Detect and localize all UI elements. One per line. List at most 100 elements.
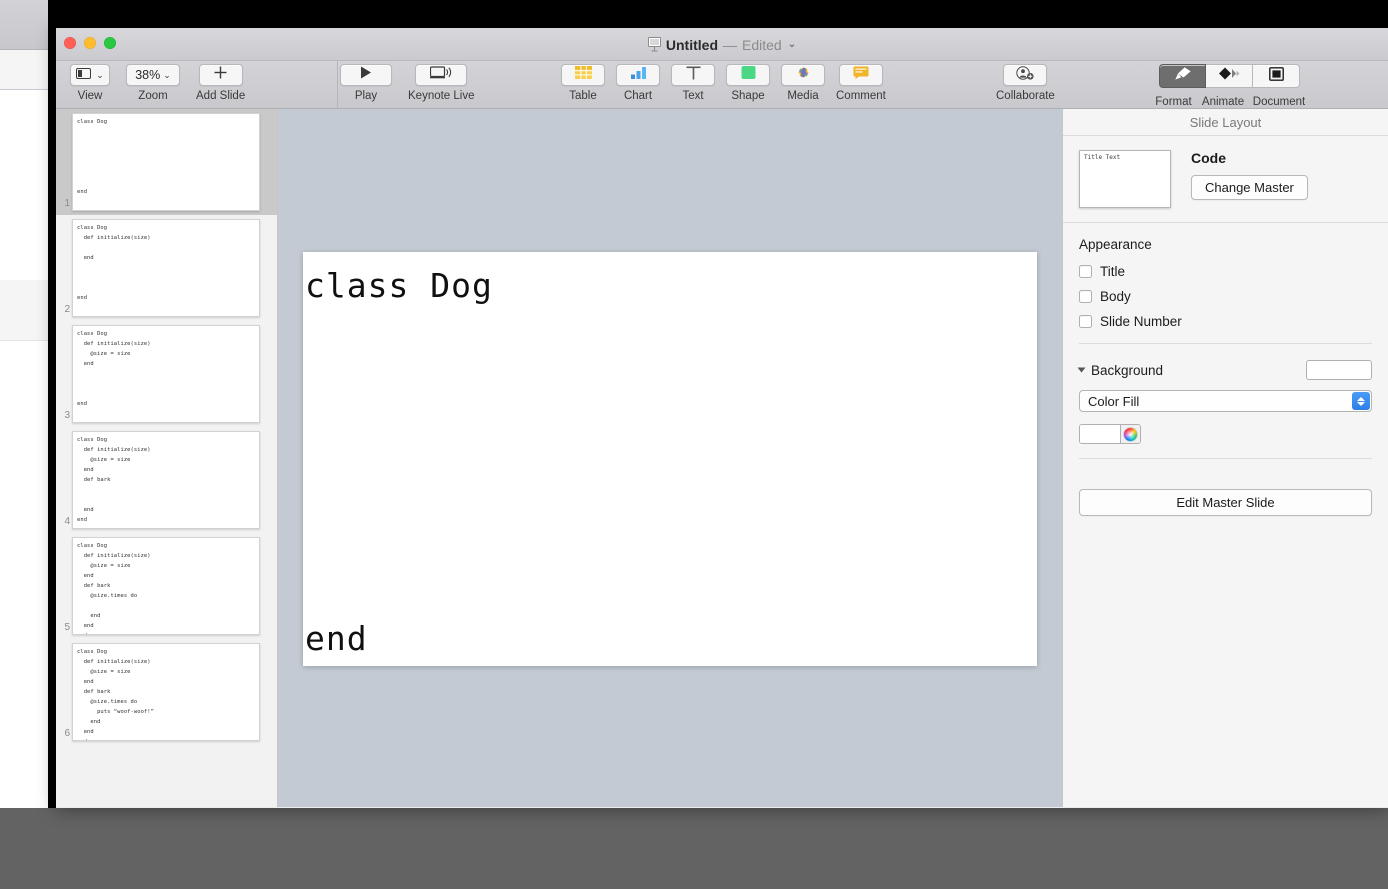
chevron-down-icon: ⌄ — [163, 69, 171, 80]
toolbar-play-group: Play Keynote Live — [340, 64, 475, 102]
slide-thumbnail-row[interactable]: 1 class Dog end — [56, 109, 277, 215]
triangle-down-icon[interactable] — [1077, 367, 1086, 373]
tab-animate-label: Animate — [1201, 96, 1245, 108]
tab-animate[interactable] — [1206, 64, 1253, 88]
appearance-section: Appearance Title Body Slide Number — [1063, 223, 1388, 348]
photos-flower-icon — [796, 65, 811, 85]
background-fill-select[interactable]: Color Fill — [1079, 390, 1372, 412]
background-color-swatch[interactable] — [1080, 425, 1120, 443]
text-label: Text — [682, 90, 704, 102]
green-square-shape-icon — [741, 66, 756, 84]
comment-label: Comment — [836, 90, 886, 102]
slide-canvas-area[interactable]: class Dog end — [278, 109, 1062, 807]
slide-thumbnail-row[interactable]: 2 class Dog def initialize(size) end end — [56, 215, 277, 321]
background-heading: Background — [1091, 362, 1164, 378]
slide-thumbnail[interactable]: class Dog def initialize(size) @size = s… — [72, 643, 260, 741]
view-panel-icon — [76, 66, 92, 84]
edit-master-slide-button[interactable]: Edit Master Slide — [1079, 489, 1372, 516]
shape-label: Shape — [731, 90, 765, 102]
document-square-icon — [1268, 66, 1284, 86]
slide-thumbnail-code: class Dog end — [77, 119, 108, 195]
slide-navigator[interactable]: 1 class Dog end 2 class Dog def initialize(… — [56, 109, 278, 807]
background-color-well[interactable] — [1079, 424, 1141, 444]
slide-thumbnail-code: class Dog def initialize(size) @size = s… — [77, 543, 151, 634]
change-master-button[interactable]: Change Master — [1191, 175, 1308, 200]
keynote-window: Untitled — Edited ⌄ ⌄ View 38% ⌄ Zoom Ad… — [56, 28, 1388, 808]
checkbox-slide-number[interactable]: Slide Number — [1079, 314, 1372, 329]
keynote-live-button[interactable]: Keynote Live — [408, 64, 475, 102]
document-title-area: Untitled — Edited ⌄ — [56, 28, 1388, 61]
main-content: 1 class Dog end 2 class Dog def initialize(… — [56, 109, 1388, 807]
media-button[interactable]: Media — [781, 64, 825, 102]
slide-code-top[interactable]: class Dog — [305, 266, 493, 305]
slide-code-bottom[interactable]: end — [305, 619, 368, 658]
text-button[interactable]: Text — [671, 64, 715, 102]
toolbar-insert-group: Table Chart Text Shape Media Comment — [561, 64, 886, 102]
slide-thumbnail[interactable]: class Dog def initialize(size) @size = s… — [72, 537, 260, 635]
tab-document[interactable] — [1253, 64, 1300, 88]
zoom-value: 38% — [135, 68, 161, 82]
format-inspector: Slide Layout Title Text Code Change Mast… — [1062, 109, 1388, 807]
slide-thumbnail-row[interactable]: 4 class Dog def initialize(size) @size = … — [56, 427, 277, 533]
checkbox-body[interactable]: Body — [1079, 289, 1372, 304]
toolbar-inspector-tabs: Format Animate Document — [1150, 64, 1309, 108]
slide-thumbnail[interactable]: class Dog def initialize(size) @size = s… — [72, 325, 260, 423]
slide-thumbnail-code: class Dog def initialize(size) @size = s… — [77, 649, 154, 740]
slide-number-label: 4 — [64, 516, 70, 527]
comment-bubble-icon — [853, 66, 869, 84]
toolbar-left-group: ⌄ View 38% ⌄ Zoom Add Slide — [70, 64, 245, 102]
add-slide-button[interactable]: Add Slide — [196, 64, 245, 102]
checkbox-title[interactable]: Title — [1079, 264, 1372, 279]
screen: Untitled — Edited ⌄ ⌄ View 38% ⌄ Zoom Ad… — [0, 0, 1388, 889]
slide-number-label: 3 — [64, 410, 70, 421]
media-label: Media — [787, 90, 819, 102]
slide-thumbnail[interactable]: class Dog end — [72, 113, 260, 211]
background-fill-value: Color Fill — [1088, 393, 1140, 409]
color-wheel-icon — [1124, 427, 1137, 441]
diamond-motion-icon — [1218, 67, 1240, 85]
zoom-button[interactable]: 38% ⌄ Zoom — [126, 64, 180, 102]
slide-thumbnail-row[interactable]: 3 class Dog def initialize(size) @size = … — [56, 321, 277, 427]
slide-number-label: 2 — [64, 304, 70, 315]
title-separator: — — [723, 36, 737, 53]
toolbar-divider-1 — [337, 61, 338, 109]
add-slide-label: Add Slide — [196, 90, 246, 102]
stepper-arrows-icon[interactable] — [1352, 392, 1370, 410]
view-button[interactable]: ⌄ View — [70, 64, 110, 102]
master-slide-thumbnail[interactable]: Title Text — [1079, 150, 1171, 208]
shape-button[interactable]: Shape — [726, 64, 770, 102]
collaborate-button[interactable]: Collaborate — [996, 64, 1055, 102]
table-label: Table — [569, 90, 597, 102]
tab-format[interactable] — [1159, 64, 1206, 88]
table-grid-icon — [574, 66, 592, 84]
master-thumb-text: Title Text — [1084, 154, 1121, 161]
chevron-down-icon[interactable]: ⌄ — [788, 39, 796, 50]
checkbox-box-title[interactable] — [1079, 265, 1092, 278]
table-button[interactable]: Table — [561, 64, 605, 102]
checkbox-label-title: Title — [1100, 264, 1126, 279]
background-preview-swatch[interactable] — [1306, 360, 1372, 380]
play-button[interactable]: Play — [340, 64, 392, 102]
checkbox-label-body: Body — [1100, 289, 1131, 304]
slide-thumbnail-row[interactable]: 6 class Dog def initialize(size) @size = … — [56, 639, 277, 745]
comment-button[interactable]: Comment — [836, 64, 886, 102]
stepper-up-arrow — [1357, 396, 1365, 401]
chart-label: Chart — [623, 90, 653, 102]
slide-thumbnail-code: class Dog def initialize(size) @size = s… — [77, 437, 151, 523]
main-toolbar: ⌄ View 38% ⌄ Zoom Add Slide Play Keynote… — [56, 61, 1388, 109]
view-label: View — [77, 90, 103, 102]
slide-thumbnail-row[interactable]: 5 class Dog def initialize(size) @size = … — [56, 533, 277, 639]
checkbox-box-slide-number[interactable] — [1079, 315, 1092, 328]
slide-thumbnail[interactable]: class Dog def initialize(size) end end — [72, 219, 260, 317]
navigator-scrollbar[interactable] — [269, 109, 276, 807]
checkbox-box-body[interactable] — [1079, 290, 1092, 303]
slide-thumbnail[interactable]: class Dog def initialize(size) @size = s… — [72, 431, 260, 529]
document-title[interactable]: Untitled — [666, 37, 718, 53]
color-wheel-button[interactable] — [1120, 425, 1140, 443]
slide-number-label: 5 — [64, 622, 70, 633]
slide-canvas[interactable]: class Dog end — [303, 252, 1037, 666]
tab-format-label: Format — [1155, 96, 1192, 108]
chart-button[interactable]: Chart — [616, 64, 660, 102]
tab-document-label: Document — [1252, 96, 1306, 108]
chevron-down-icon: ⌄ — [96, 69, 104, 80]
